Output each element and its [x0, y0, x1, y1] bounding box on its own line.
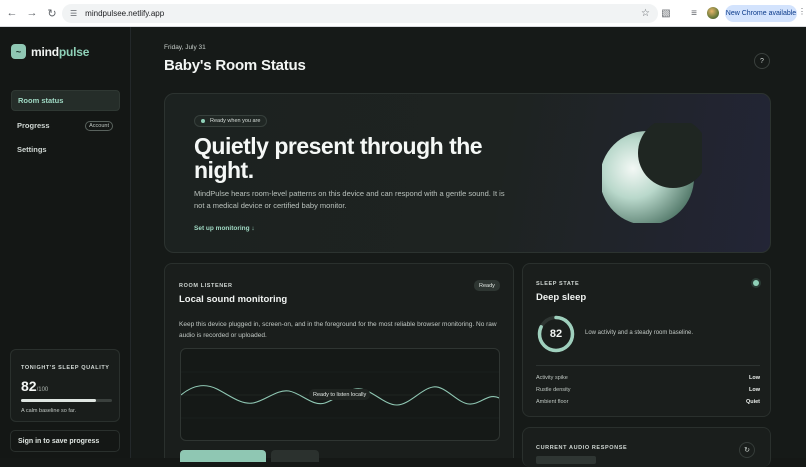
- main-content: Friday, July 31 Baby's Room Status ? Rea…: [131, 27, 806, 467]
- sleep-quality-note: A calm baseline so far.: [21, 408, 77, 414]
- sidebar-item-settings[interactable]: Settings: [11, 139, 120, 160]
- sleep-state-label: SLEEP STATE: [536, 281, 580, 287]
- metric-row: Ambient floor Quiet: [536, 399, 760, 405]
- metric-value: Low: [749, 375, 760, 381]
- logo-text-mind: mind: [31, 44, 59, 59]
- forward-icon[interactable]: →: [24, 5, 40, 21]
- sign-in-button[interactable]: Sign in to save progress: [10, 430, 120, 452]
- hero-title: Quietly present through the night.: [194, 133, 483, 183]
- reload-icon[interactable]: ↻: [44, 5, 60, 21]
- pulse-logo-icon: ~: [11, 44, 26, 59]
- sleep-quality-bar: [21, 399, 112, 402]
- audio-response-card: CURRENT AUDIO RESPONSE ↻: [522, 427, 771, 467]
- status-pill: Ready when you are: [194, 115, 268, 127]
- audio-response-title: [536, 456, 596, 464]
- sleep-quality-label: TONIGHT'S SLEEP QUALITY: [21, 365, 110, 371]
- new-chrome-button[interactable]: New Chrome available: [725, 5, 797, 22]
- sidebar-item-label: Room status: [18, 96, 64, 105]
- secondary-button[interactable]: [271, 450, 319, 462]
- address-bar[interactable]: ☰ mindpulsee.netlify.app ☆: [62, 4, 658, 23]
- metric-name: Rustle density: [536, 387, 571, 393]
- help-button[interactable]: ?: [754, 53, 770, 69]
- sidebar: ~ mindpulse Room status Progress Account…: [0, 27, 131, 458]
- back-icon[interactable]: ←: [4, 5, 20, 21]
- page-title: Baby's Room Status: [164, 57, 306, 74]
- status-pill-label: Ready when you are: [210, 118, 261, 124]
- sleep-score: 82: [549, 328, 563, 340]
- metric-value: Quiet: [745, 399, 760, 405]
- sleep-quality-max: /100: [36, 387, 49, 393]
- browser-toolbar: ← → ↻ ☰ mindpulsee.netlify.app ☆ ▧ ≡ New…: [0, 0, 806, 27]
- profile-avatar[interactable]: [707, 7, 719, 19]
- account-badge: Account: [85, 120, 113, 131]
- hero-description: MindPulse hears room-level patterns on t…: [194, 189, 505, 210]
- sleep-quality-bar-fill: [21, 399, 96, 402]
- url-text: mindpulsee.netlify.app: [85, 9, 165, 18]
- sleep-state-description: Low activity and a steady room baseline.: [585, 330, 694, 336]
- sidebar-item-label: Settings: [17, 145, 47, 154]
- setup-monitoring-link[interactable]: Set up monitoring ↓: [194, 225, 255, 232]
- sidebar-item-progress[interactable]: Progress Account: [11, 115, 120, 136]
- media-control-icon[interactable]: ≡: [687, 6, 701, 20]
- current-date: Friday, July 31: [164, 44, 206, 51]
- sidebar-item-label: Progress: [17, 121, 50, 130]
- sleep-quality-card: TONIGHT'S SLEEP QUALITY 82/100 A calm ba…: [10, 349, 120, 422]
- audio-response-label: CURRENT AUDIO RESPONSE: [536, 445, 628, 451]
- divider: [536, 365, 760, 366]
- sidebar-item-room-status[interactable]: Room status: [11, 90, 120, 111]
- refresh-icon[interactable]: ↻: [739, 442, 755, 458]
- status-dot-icon: [201, 119, 205, 123]
- metric-name: Activity spike: [536, 375, 568, 381]
- extensions-icon[interactable]: ▧: [659, 6, 673, 20]
- live-indicator-icon: [753, 280, 759, 286]
- sleep-state-title: Deep sleep: [536, 292, 587, 303]
- logo-text-pulse: pulse: [58, 44, 90, 59]
- room-listener-title: Local sound monitoring: [179, 294, 288, 305]
- site-info-icon[interactable]: ☰: [70, 9, 77, 18]
- logo[interactable]: ~ mindpulse: [11, 44, 89, 59]
- metric-value: Low: [749, 387, 760, 393]
- room-listener-label: ROOM LISTENER: [179, 283, 233, 289]
- browser-menu-icon[interactable]: ⋮: [798, 7, 806, 16]
- sleep-quality-score: 82: [21, 378, 37, 394]
- start-listening-button[interactable]: [180, 450, 266, 462]
- ready-badge: Ready: [474, 280, 500, 291]
- metric-name: Ambient floor: [536, 399, 569, 405]
- metric-row: Activity spike Low: [536, 375, 760, 381]
- sleep-state-card: SLEEP STATE Deep sleep 82 Low activity a…: [522, 263, 771, 417]
- moon-icon: [602, 123, 702, 223]
- hero-card: Ready when you are Quietly present throu…: [164, 93, 771, 253]
- bookmark-star-icon[interactable]: ☆: [641, 8, 650, 19]
- room-listener-card: ROOM LISTENER Local sound monitoring Rea…: [164, 263, 514, 462]
- waveform-panel: Ready to listen locally: [180, 348, 500, 441]
- room-listener-description: Keep this device plugged in, screen-on, …: [179, 321, 497, 339]
- waveform-status-label: Ready to listen locally: [309, 389, 371, 400]
- metric-row: Rustle density Low: [536, 387, 760, 393]
